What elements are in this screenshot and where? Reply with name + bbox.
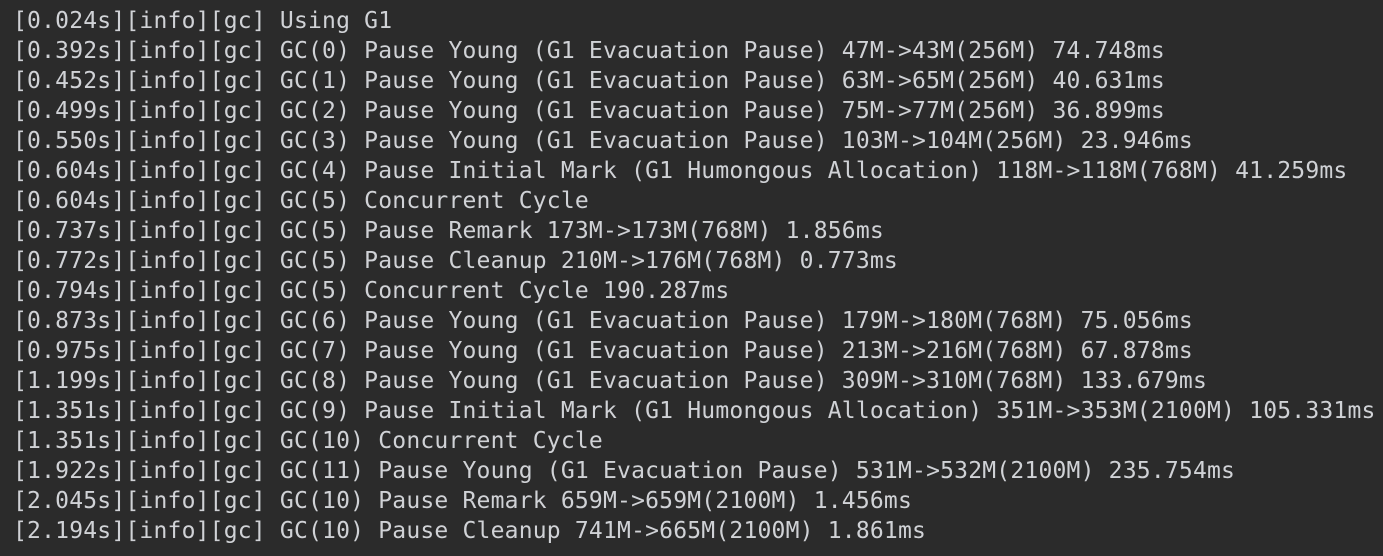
- log-line: [0.873s][info][gc] GC(6) Pause Young (G1…: [13, 308, 1193, 334]
- log-line: [0.452s][info][gc] GC(1) Pause Young (G1…: [13, 68, 1165, 94]
- log-line: [1.351s][info][gc] GC(10) Concurrent Cyc…: [13, 428, 603, 454]
- log-line: [0.499s][info][gc] GC(2) Pause Young (G1…: [13, 98, 1165, 124]
- log-line: [1.199s][info][gc] GC(8) Pause Young (G1…: [13, 368, 1208, 394]
- log-line: [1.922s][info][gc] GC(11) Pause Young (G…: [13, 458, 1236, 484]
- terminal-output[interactable]: [0.024s][info][gc] Using G1 [0.392s][inf…: [0, 0, 1383, 556]
- log-line: [1.351s][info][gc] GC(9) Pause Initial M…: [13, 398, 1376, 424]
- log-line: [0.024s][info][gc] Using G1: [13, 8, 393, 34]
- log-line: [0.975s][info][gc] GC(7) Pause Young (G1…: [13, 338, 1193, 364]
- log-line: [2.194s][info][gc] GC(10) Pause Cleanup …: [13, 518, 927, 544]
- log-line: [0.550s][info][gc] GC(3) Pause Young (G1…: [13, 128, 1193, 154]
- log-line: [0.604s][info][gc] GC(4) Pause Initial M…: [13, 158, 1348, 184]
- log-line: [2.045s][info][gc] GC(10) Pause Remark 6…: [13, 488, 913, 514]
- log-line: [0.772s][info][gc] GC(5) Pause Cleanup 2…: [13, 248, 898, 274]
- log-line: [0.392s][info][gc] GC(0) Pause Young (G1…: [13, 38, 1165, 64]
- log-line: [0.737s][info][gc] GC(5) Pause Remark 17…: [13, 218, 884, 244]
- log-line: [0.794s][info][gc] GC(5) Concurrent Cycl…: [13, 278, 730, 304]
- terminal-top-edge: [0, 0, 1383, 3]
- log-line: [0.604s][info][gc] GC(5) Concurrent Cycl…: [13, 188, 589, 214]
